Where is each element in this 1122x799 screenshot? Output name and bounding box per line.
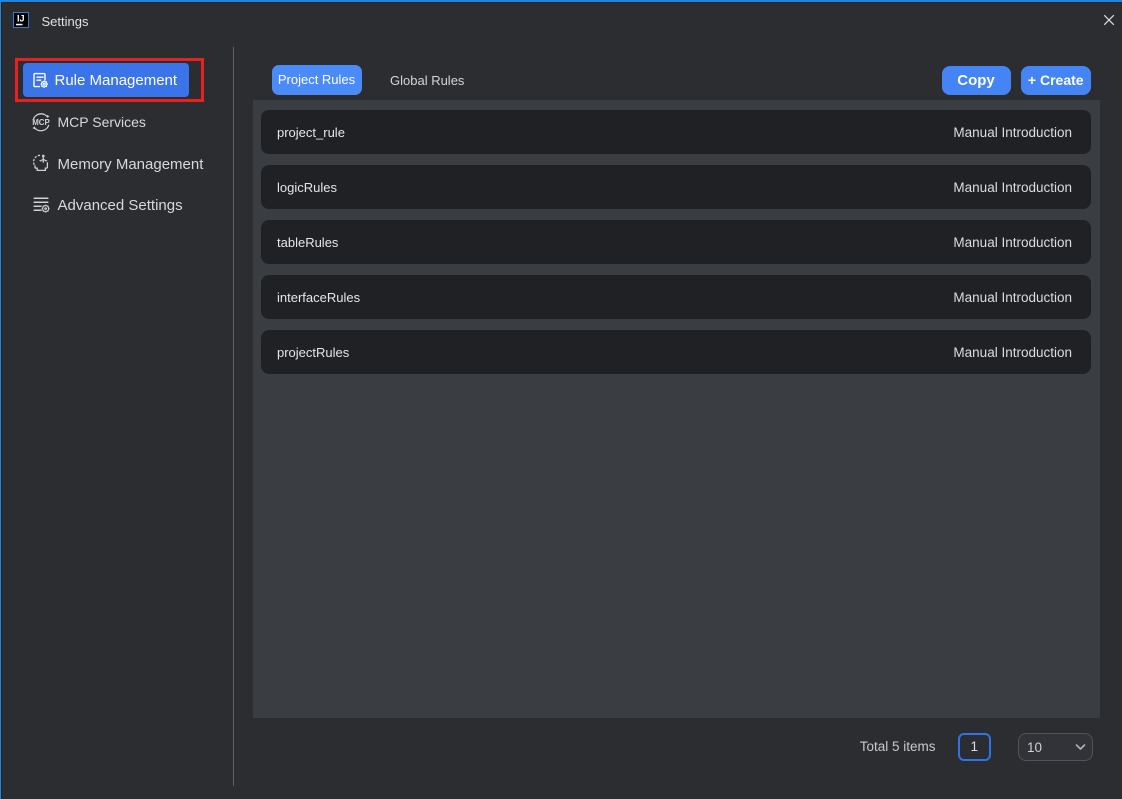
svg-text:MCP: MCP bbox=[32, 117, 50, 127]
svg-text:IJ: IJ bbox=[17, 14, 25, 24]
